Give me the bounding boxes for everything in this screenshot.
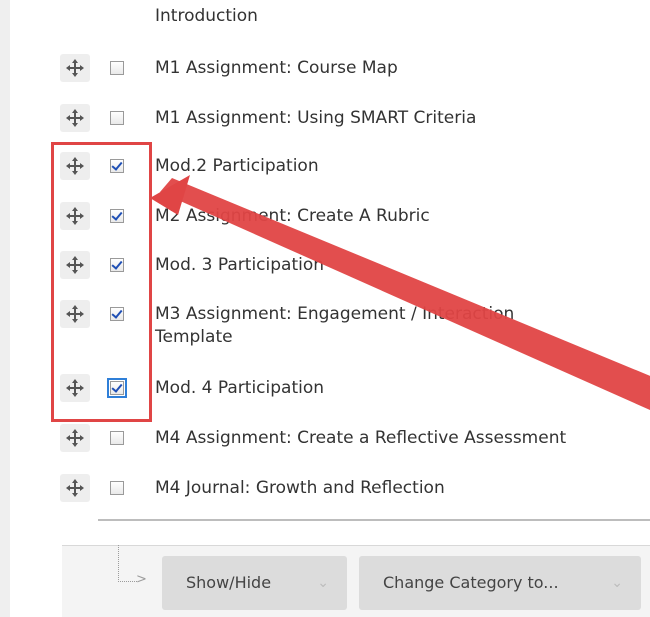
list-item-label: M4 Assignment: Create a Reflective Asses… bbox=[155, 428, 567, 448]
item-checkbox[interactable] bbox=[110, 209, 124, 223]
drag-handle-move-arrows-icon[interactable] bbox=[60, 374, 90, 402]
grade-center-item-list: Introduction M1 Assignment: Course Map M… bbox=[0, 0, 650, 617]
item-checkbox[interactable] bbox=[110, 61, 124, 75]
list-item-label: M1 Assignment: Course Map bbox=[155, 58, 398, 78]
connector-arrow-icon: > bbox=[136, 572, 147, 587]
list-item-label-continued: Template bbox=[155, 327, 233, 347]
list-divider bbox=[98, 519, 650, 521]
drag-handle-move-arrows-icon[interactable] bbox=[60, 104, 90, 132]
item-checkbox[interactable] bbox=[110, 111, 124, 125]
list-item-label: M3 Assignment: Engagement / Interaction bbox=[155, 304, 515, 324]
item-checkbox[interactable] bbox=[110, 481, 124, 495]
list-item-label: M1 Assignment: Using SMART Criteria bbox=[155, 108, 477, 128]
list-item-label: Mod.2 Participation bbox=[155, 156, 319, 176]
drag-handle-move-arrows-icon[interactable] bbox=[60, 251, 90, 279]
item-checkbox[interactable] bbox=[110, 431, 124, 445]
list-item-label: Introduction bbox=[155, 6, 258, 26]
item-checkbox[interactable] bbox=[110, 258, 124, 272]
list-item-label: Mod. 3 Participation bbox=[155, 255, 325, 275]
list-item-label: Mod. 4 Participation bbox=[155, 378, 325, 398]
change-category-button[interactable]: Change Category to... ⌄ bbox=[359, 556, 641, 610]
item-checkbox[interactable] bbox=[110, 307, 124, 321]
show-hide-label: Show/Hide bbox=[186, 573, 272, 592]
list-item-label: M4 Journal: Growth and Reflection bbox=[155, 478, 445, 498]
item-checkbox[interactable] bbox=[110, 159, 124, 173]
drag-handle-move-arrows-icon[interactable] bbox=[60, 152, 90, 180]
double-chevron-down-icon: ⌄ bbox=[317, 575, 329, 591]
drag-handle-move-arrows-icon[interactable] bbox=[60, 202, 90, 230]
show-hide-button[interactable]: Show/Hide ⌄ bbox=[162, 556, 347, 610]
panel-edge bbox=[0, 0, 10, 617]
drag-handle-move-arrows-icon[interactable] bbox=[60, 424, 90, 452]
item-checkbox[interactable] bbox=[107, 378, 127, 398]
drag-handle-move-arrows-icon[interactable] bbox=[60, 300, 90, 328]
bulk-action-connector bbox=[118, 545, 137, 582]
double-chevron-down-icon: ⌄ bbox=[611, 575, 623, 591]
drag-handle-move-arrows-icon[interactable] bbox=[60, 474, 90, 502]
change-category-label: Change Category to... bbox=[383, 573, 559, 592]
drag-handle-move-arrows-icon[interactable] bbox=[60, 54, 90, 82]
list-item-label: M2 Assignment: Create A Rubric bbox=[155, 206, 430, 226]
